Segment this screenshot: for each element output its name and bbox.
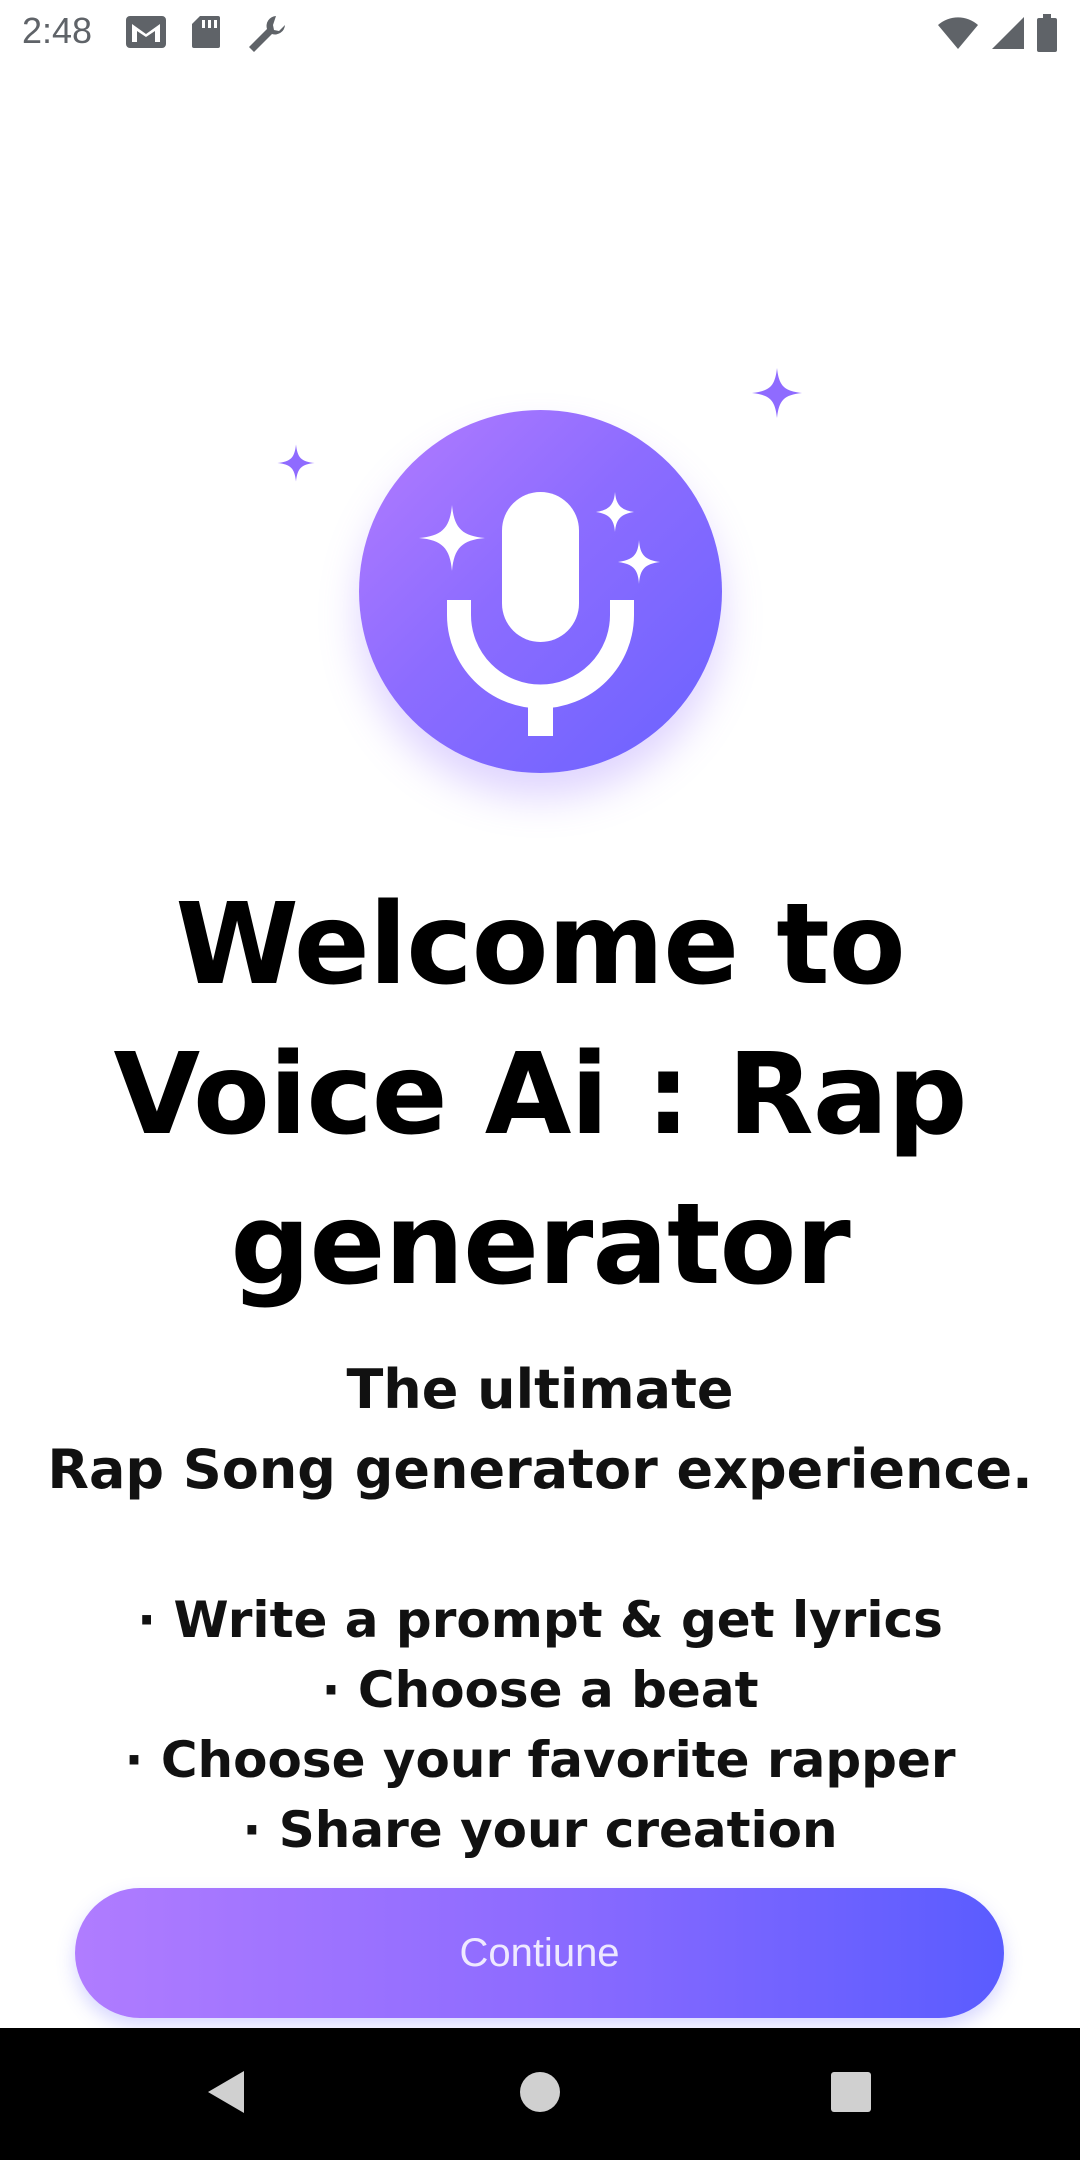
wrench-icon bbox=[246, 14, 288, 59]
signal-icon bbox=[990, 15, 1026, 56]
status-bar: 2:48 bbox=[0, 0, 1080, 66]
wifi-icon bbox=[936, 15, 980, 56]
subtitle-line: The ultimate bbox=[346, 1358, 734, 1421]
feature-list: · Write a prompt & get lyrics · Choose a… bbox=[0, 1585, 1080, 1865]
back-icon bbox=[204, 2069, 248, 2120]
gmail-icon bbox=[124, 14, 168, 55]
title-line: Voice Ai : Rap bbox=[113, 1030, 967, 1160]
sd-card-icon bbox=[190, 14, 222, 55]
page-title: Welcome to Voice Ai : Rap generator bbox=[0, 870, 1080, 1320]
sparkle-icon bbox=[750, 366, 804, 425]
back-button[interactable] bbox=[146, 2028, 306, 2160]
title-line: Welcome to bbox=[175, 880, 905, 1010]
recents-icon bbox=[829, 2070, 873, 2119]
subtitle-line: Rap Song generator experience. bbox=[47, 1438, 1033, 1501]
navigation-bar bbox=[0, 2028, 1080, 2160]
continue-button[interactable]: Contiune bbox=[75, 1888, 1004, 2018]
feature-item: · Choose a beat bbox=[321, 1661, 759, 1719]
feature-item: · Write a prompt & get lyrics bbox=[137, 1591, 943, 1649]
title-line: generator bbox=[230, 1180, 850, 1310]
battery-icon bbox=[1036, 14, 1058, 57]
microphone-sparkles-icon bbox=[359, 410, 722, 773]
sparkle-icon bbox=[276, 443, 316, 488]
home-icon bbox=[518, 2070, 562, 2119]
recents-button[interactable] bbox=[771, 2028, 931, 2160]
status-time: 2:48 bbox=[22, 10, 93, 51]
feature-item: · Share your creation bbox=[242, 1801, 838, 1859]
subtitle: The ultimate Rap Song generator experien… bbox=[0, 1350, 1080, 1510]
feature-item: · Choose your favorite rapper bbox=[124, 1731, 956, 1789]
home-button[interactable] bbox=[460, 2028, 620, 2160]
